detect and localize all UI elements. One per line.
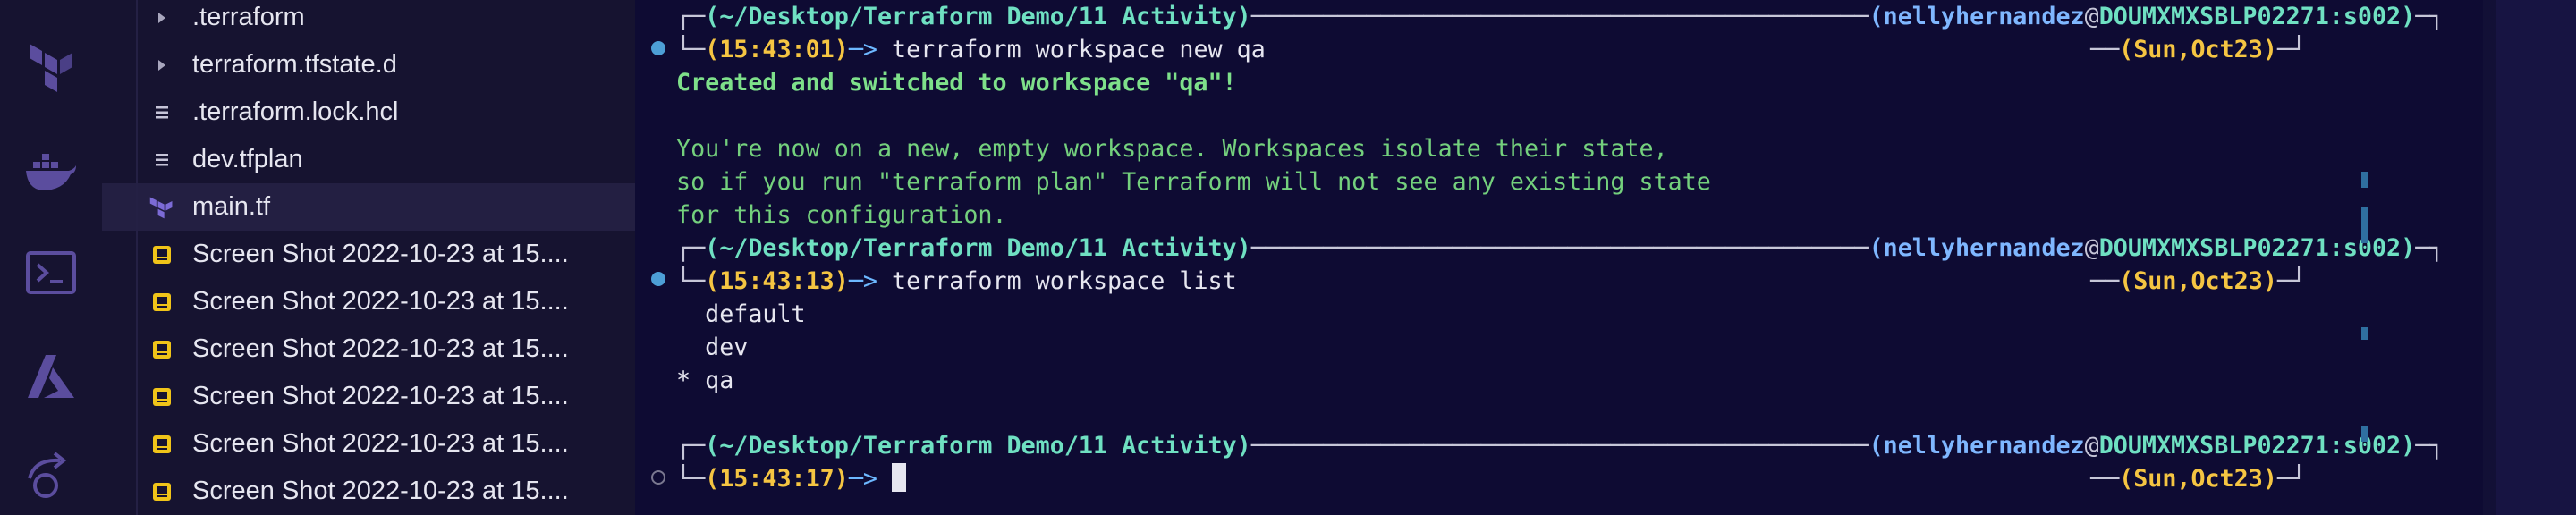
command-text: terraform workspace new qa [892, 36, 1266, 63]
prompt-user: (nellyhernandez [1868, 3, 2085, 30]
prompt-line-bottom: └─(15:43:01)─> terraform workspace new q… [676, 36, 1266, 63]
explorer-item-label: dev.tfplan [192, 145, 303, 173]
file-screenshot[interactable]: Screen Shot 2022-10-23 at 15.... [102, 420, 635, 468]
explorer-item-label: .terraform [192, 3, 305, 31]
docker-icon[interactable] [20, 141, 82, 204]
terminal-icon[interactable] [20, 241, 82, 304]
prompt-date: (Sun,Oct23) [2119, 465, 2277, 493]
prompt-date: (Sun,Oct23) [2119, 267, 2277, 295]
prompt-arrow: ─> [848, 465, 893, 493]
prompt-path: (~/Desktop/Terraform Demo/11 Activity) [705, 3, 1251, 30]
prompt-date: (Sun,Oct23) [2119, 36, 2277, 63]
image-file-icon [148, 431, 175, 458]
terraform-file-icon [148, 194, 175, 221]
explorer-indent-guide [136, 0, 138, 515]
image-file-icon [148, 384, 175, 410]
output-line: You're now on a new, empty workspace. Wo… [676, 135, 1668, 163]
output-success-headline: Created and switched to workspace "qa"! [676, 69, 1237, 97]
image-file-icon [148, 241, 175, 268]
explorer-item-label: Screen Shot 2022-10-23 at 15.... [192, 477, 569, 505]
lines-file-icon [148, 147, 175, 173]
file-main-tf[interactable]: main.tf [102, 183, 635, 231]
explorer-item-label: .terraform.lock.hcl [192, 97, 399, 126]
command-text: terraform workspace list [892, 267, 1237, 295]
workspace-list-item: default [676, 300, 806, 328]
prompt-line-top: ┌─(~/Desktop/Terraform Demo/11 Activity)… [676, 3, 2445, 30]
activity-bar [0, 0, 102, 515]
prompt-arrow: ─> [848, 36, 893, 63]
scrollbar-marker [2361, 207, 2368, 243]
scrollbar-marker [2361, 426, 2368, 442]
file-screenshot[interactable]: Screen Shot 2022-10-23 at 15.... [102, 231, 635, 278]
prompt-line-top: ┌─(~/Desktop/Terraform Demo/11 Activity)… [676, 234, 2445, 262]
output-line: so if you run "terraform plan" Terraform… [676, 168, 1711, 196]
scrollbar-marker [2361, 327, 2368, 340]
folder-tfstate-d[interactable]: terraform.tfstate.d [102, 41, 635, 89]
lines-file-icon [148, 99, 175, 126]
prompt-at: @ [2084, 432, 2099, 460]
file-screenshot[interactable]: Screen Shot 2022-10-23 at 15.... [102, 373, 635, 420]
prompt-time: (15:43:01) [705, 36, 849, 63]
prompt-at: @ [2084, 234, 2099, 262]
prompt-path: (~/Desktop/Terraform Demo/11 Activity) [705, 432, 1251, 460]
scrollbar-marker [2361, 172, 2368, 188]
chevron-right-icon [148, 52, 175, 79]
file-screenshot[interactable]: Screen Shot 2022-10-23 at 15.... [102, 325, 635, 373]
explorer-item-label: Screen Shot 2022-10-23 at 15.... [192, 240, 569, 268]
prompt-path: (~/Desktop/Terraform Demo/11 Activity) [705, 234, 1251, 262]
prompt-line-bottom: └─(15:43:17)─> [676, 462, 907, 495]
prompt-user: (nellyhernandez [1868, 234, 2085, 262]
image-file-icon [148, 478, 175, 505]
prompt-line-top: ┌─(~/Desktop/Terraform Demo/11 Activity)… [676, 432, 2445, 460]
prompt-user: (nellyhernandez [1868, 432, 2085, 460]
image-file-icon [148, 336, 175, 363]
explorer-item-label: terraform.tfstate.d [192, 50, 397, 79]
remote-explorer-icon[interactable] [20, 447, 82, 510]
chevron-right-icon [148, 4, 175, 31]
prompt-time: (15:43:13) [705, 267, 849, 295]
prompt-time: (15:43:17) [705, 465, 849, 493]
prompt-date-line: ──(Sun,Oct23)─┘ [2090, 36, 2307, 63]
terraform-icon[interactable] [20, 38, 82, 100]
prompt-host: DOUMXMXSBLP02271:s002) [2098, 3, 2416, 30]
azure-icon[interactable] [20, 345, 82, 408]
explorer-item-label: main.tf [192, 192, 271, 221]
explorer-item-label: Screen Shot 2022-10-23 at 15.... [192, 382, 569, 410]
explorer-item-label: Screen Shot 2022-10-23 at 15.... [192, 429, 569, 458]
explorer-item-label: Screen Shot 2022-10-23 at 15.... [192, 287, 569, 316]
workspace-list-item: dev [676, 333, 749, 361]
terminal-cursor[interactable] [892, 463, 907, 492]
side-panel-strip [2496, 0, 2576, 515]
prompt-date-line: ──(Sun,Oct23)─┘ [2090, 465, 2307, 493]
prompt-line-bottom: └─(15:43:13)─> terraform workspace list [676, 267, 1237, 295]
command-pending-decoration[interactable] [651, 470, 665, 485]
workspace-list-item-current: * qa [676, 367, 734, 394]
explorer-panel: .terraform terraform.tfstate.d .terrafor… [102, 0, 635, 515]
command-success-decoration[interactable] [651, 272, 665, 286]
file-lock-hcl[interactable]: .terraform.lock.hcl [102, 89, 635, 136]
prompt-date-line: ──(Sun,Oct23)─┘ [2090, 267, 2307, 295]
terminal-scrollbar[interactable] [2483, 0, 2496, 515]
file-dev-tfplan[interactable]: dev.tfplan [102, 136, 635, 183]
command-success-decoration[interactable] [651, 41, 665, 55]
output-line: for this configuration. [676, 201, 1007, 229]
terminal-panel[interactable]: ┌─(~/Desktop/Terraform Demo/11 Activity)… [635, 0, 2496, 515]
folder-terraform[interactable]: .terraform [102, 0, 635, 41]
file-screenshot[interactable]: Screen Shot 2022-10-23 at 15.... [102, 468, 635, 515]
explorer-item-label: Screen Shot 2022-10-23 at 15.... [192, 334, 569, 363]
image-file-icon [148, 289, 175, 316]
prompt-at: @ [2084, 3, 2099, 30]
prompt-arrow: ─> [848, 267, 893, 295]
file-screenshot[interactable]: Screen Shot 2022-10-23 at 15.... [102, 278, 635, 325]
